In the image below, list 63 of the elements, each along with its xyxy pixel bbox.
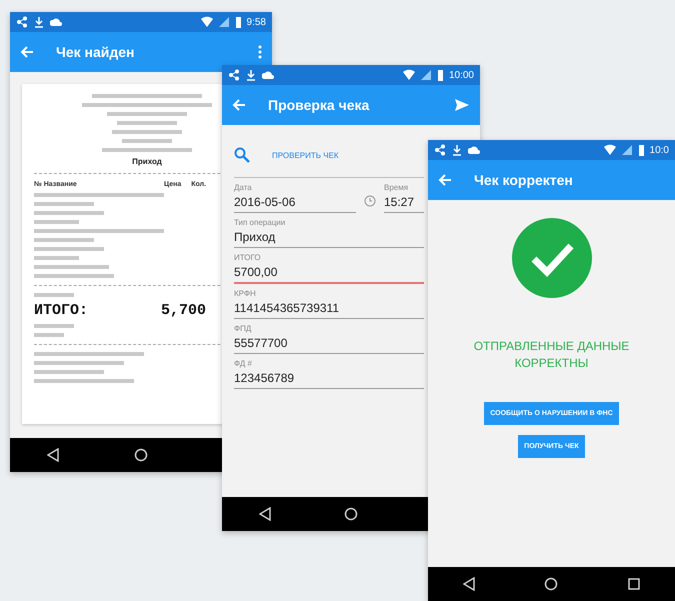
back-arrow-icon[interactable] — [232, 98, 246, 112]
illegible-text — [34, 238, 94, 242]
success-message: ОТПРАВЛЕННЫЕ ДАННЫЕ КОРРЕКТНЫ — [472, 338, 630, 372]
status-time: 10:00 — [448, 70, 474, 80]
time-field[interactable]: Время 15:27 — [384, 178, 424, 213]
illegible-text — [34, 247, 104, 251]
total-label: ИТОГО: — [34, 302, 88, 319]
download-icon — [451, 144, 463, 156]
more-menu-icon[interactable] — [258, 45, 262, 59]
input-field[interactable]: ИТОГО 5700,00 — [234, 248, 424, 284]
search-icon[interactable] — [234, 147, 250, 163]
download-icon — [33, 16, 45, 28]
illegible-text — [34, 370, 104, 374]
back-icon[interactable] — [462, 577, 475, 591]
battery-icon — [638, 144, 645, 156]
share-icon — [434, 144, 446, 156]
screen-title: Чек найден — [56, 44, 136, 60]
status-time: 9:58 — [246, 16, 266, 28]
screen-title: Проверка чека — [268, 97, 370, 113]
download-icon — [245, 69, 257, 81]
illegible-text — [34, 256, 79, 260]
cloud-icon — [262, 69, 274, 81]
checkmark-icon — [512, 218, 592, 298]
wifi-icon — [200, 16, 213, 28]
home-icon[interactable] — [544, 577, 558, 591]
illegible-text — [34, 324, 74, 328]
battery-icon — [436, 69, 444, 81]
date-field[interactable]: Дата 2016-05-06 — [234, 178, 356, 213]
total-value: 5,700 — [160, 302, 206, 319]
back-icon[interactable] — [47, 448, 60, 462]
back-arrow-icon[interactable] — [20, 45, 34, 59]
wifi-icon — [604, 144, 616, 156]
illegible-text — [34, 333, 64, 337]
illegible-text — [34, 293, 74, 297]
signal-icon — [218, 16, 230, 28]
input-field[interactable]: Тип операции Приход — [234, 213, 424, 248]
illegible-text — [112, 130, 182, 134]
wifi-icon — [402, 69, 415, 81]
illegible-text — [34, 211, 104, 215]
signal-icon — [420, 69, 432, 81]
signal-icon — [620, 144, 633, 156]
cloud-icon — [468, 144, 480, 156]
share-icon — [228, 69, 240, 81]
cloud-icon — [50, 16, 62, 28]
screen-title: Чек корректен — [474, 172, 574, 188]
input-field[interactable]: ФД # 123456789 — [234, 354, 424, 389]
input-field[interactable]: ФПД 55577700 — [234, 319, 424, 354]
back-arrow-icon[interactable] — [438, 173, 452, 187]
illegible-text — [34, 202, 94, 206]
input-field[interactable]: КРФН 1141454365739311 — [234, 284, 424, 319]
status-time: 10:0 — [650, 144, 669, 156]
illegible-text — [122, 139, 172, 143]
home-icon[interactable] — [344, 507, 358, 521]
illegible-text — [117, 121, 177, 125]
battery-icon — [234, 16, 242, 28]
send-icon[interactable] — [454, 98, 470, 112]
operation-type: Приход — [132, 157, 162, 166]
illegible-text — [34, 220, 79, 224]
home-icon[interactable] — [134, 448, 148, 462]
share-icon — [16, 16, 28, 28]
clock-icon[interactable] — [364, 195, 376, 207]
recents-icon[interactable] — [628, 578, 640, 590]
back-icon[interactable] — [258, 507, 271, 521]
